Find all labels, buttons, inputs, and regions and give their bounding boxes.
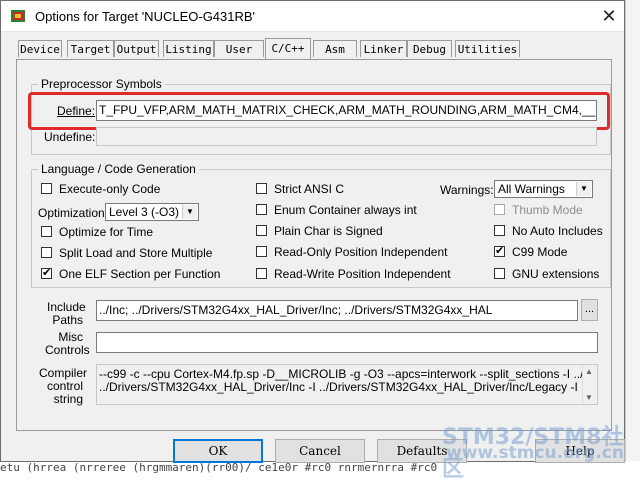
thumb-mode-box (494, 204, 505, 215)
include-label-line1: Include (47, 300, 86, 314)
background-editor-scrollbar (625, 0, 640, 477)
define-highlight-box (28, 92, 610, 130)
defaults-button[interactable]: Defaults (377, 439, 467, 463)
tab-cc[interactable]: C/C++ (265, 38, 311, 59)
plain-char-label: Plain Char is Signed (274, 224, 383, 238)
options-dialog: Options for Target 'NUCLEO-G431RB' ✕ Dev… (0, 0, 625, 463)
one-elf-label: One ELF Section per Function (59, 267, 221, 281)
enum-container-box[interactable] (256, 204, 267, 215)
misc-label-line2: Controls (45, 343, 90, 357)
one-elf-box[interactable]: ✔ (41, 267, 52, 279)
optimization-value: Level 3 (-O3) (109, 205, 180, 219)
c99-mode-box[interactable]: ✔ (494, 245, 505, 257)
window-title: Options for Target 'NUCLEO-G431RB' (35, 9, 256, 24)
execute-only-box[interactable] (41, 183, 52, 194)
gnu-ext-label: GNU extensions (512, 267, 600, 281)
chevron-down-icon[interactable]: ▼ (182, 205, 197, 219)
optimization-label: Optimization: (38, 206, 109, 220)
ok-button[interactable]: OK (173, 439, 263, 463)
background-code-line: etu (hrrea (nrreree (hrgmmaren)(rr00)/ c… (0, 461, 640, 477)
strict-ansi-box[interactable] (256, 183, 267, 194)
cancel-button[interactable]: Cancel (275, 439, 365, 463)
compiler-line-2: ../Drivers/STM32G4xx_HAL_Driver/Inc -I .… (99, 380, 578, 394)
split-load-box[interactable] (41, 247, 52, 258)
execute-only-label: Execute-only Code (59, 182, 161, 196)
compiler-label-line3: string (53, 392, 83, 406)
close-icon[interactable]: ✕ (598, 5, 620, 27)
enum-container-label: Enum Container always int (274, 203, 417, 217)
include-browse-button[interactable]: ... (581, 299, 598, 321)
compiler-label-line1: Compiler (39, 366, 88, 380)
tab-linker[interactable]: Linker (360, 40, 407, 57)
split-load-label: Split Load and Store Multiple (59, 246, 213, 260)
checkmark-icon: ✔ (42, 267, 52, 279)
strict-ansi-label: Strict ANSI C (274, 182, 345, 196)
optimization-select[interactable]: Level 3 (-O3) ▼ (105, 203, 199, 221)
rw-pi-label: Read-Write Position Independent (274, 267, 451, 281)
misc-label-line1: Misc (58, 330, 83, 344)
warnings-value: All Warnings (498, 182, 565, 196)
compiler-scrollbar[interactable]: ▲ ▼ (582, 365, 597, 404)
tab-target[interactable]: Target (67, 40, 114, 57)
no-auto-includes-box[interactable] (494, 225, 505, 236)
checkmark-icon: ✔ (495, 245, 505, 257)
tab-output[interactable]: Output (114, 40, 159, 57)
tab-asm[interactable]: Asm (313, 40, 357, 57)
no-auto-includes-label: No Auto Includes (512, 224, 603, 238)
gnu-ext-box[interactable] (494, 268, 505, 279)
include-label-line2: Paths (52, 313, 83, 327)
ro-pi-box[interactable] (256, 246, 267, 257)
keil-app-icon (11, 10, 25, 22)
tab-device[interactable]: Device (18, 40, 62, 57)
help-button[interactable]: Help (535, 439, 625, 463)
compiler-label-line2: control (46, 379, 83, 393)
tab-listing[interactable]: Listing (163, 40, 214, 57)
preprocessor-legend: Preprocessor Symbols (41, 77, 162, 91)
tab-user[interactable]: User (214, 40, 264, 57)
misc-controls-input[interactable] (96, 332, 598, 353)
c99-mode-label: C99 Mode (512, 245, 568, 259)
include-paths-input[interactable]: ../Inc; ../Drivers/STM32G4xx_HAL_Driver/… (96, 300, 578, 321)
undefine-label: Undefine: (44, 130, 96, 144)
title-bar: Options for Target 'NUCLEO-G431RB' ✕ (1, 1, 624, 32)
compiler-control-string[interactable]: --c99 -c --cpu Cortex-M4.fp.sp -D__MICRO… (96, 364, 598, 405)
plain-char-box[interactable] (256, 225, 267, 236)
warnings-select[interactable]: All Warnings ▼ (494, 180, 593, 198)
thumb-mode-label: Thumb Mode (512, 203, 583, 217)
ro-pi-label: Read-Only Position Independent (274, 245, 448, 259)
optimize-time-box[interactable] (41, 226, 52, 237)
scroll-down-icon[interactable]: ▼ (585, 393, 593, 402)
warnings-label: Warnings: (440, 183, 494, 197)
undefine-input[interactable] (96, 127, 597, 146)
language-legend: Language / Code Generation (41, 162, 196, 176)
rw-pi-box[interactable] (256, 268, 267, 279)
chevron-down-icon[interactable]: ▼ (576, 182, 591, 196)
optimize-time-label: Optimize for Time (59, 225, 154, 239)
scroll-up-icon[interactable]: ▲ (585, 367, 593, 376)
tab-utilities[interactable]: Utilities (455, 40, 520, 57)
tab-debug[interactable]: Debug (407, 40, 452, 57)
